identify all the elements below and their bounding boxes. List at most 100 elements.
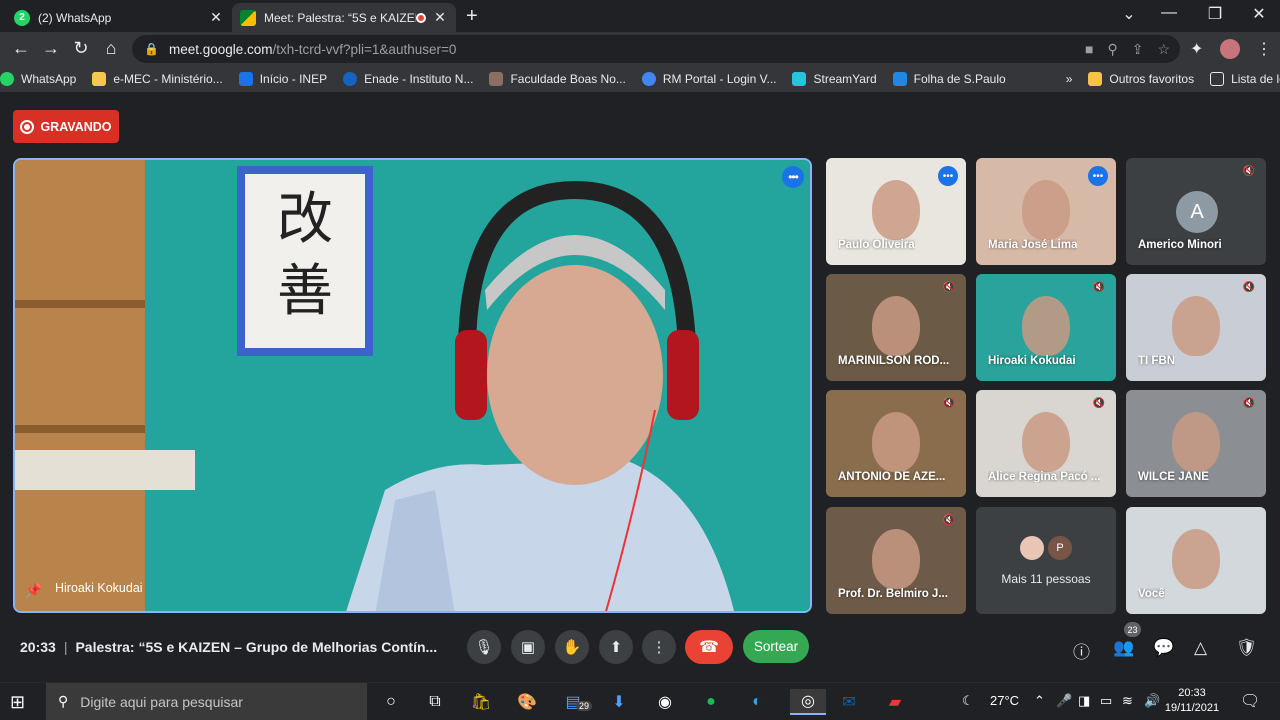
participant-tile[interactable]: Você <box>1126 507 1266 614</box>
participant-tile[interactable]: 🔇 ANTONIO DE AZE... <box>826 390 966 497</box>
menu-icon[interactable]: ⋮ <box>1256 39 1272 59</box>
bookmark-star-icon[interactable]: ☆ <box>1157 41 1170 58</box>
system-clock[interactable]: 20:33 19/11/2021 <box>1160 686 1224 716</box>
close-window-button[interactable]: ✕ <box>1244 4 1274 24</box>
participant-tile[interactable]: A 🔇 Americo Minori <box>1126 158 1266 265</box>
participant-video <box>1022 296 1070 356</box>
participant-tile[interactable]: 🔇 MARINILSON ROD... <box>826 274 966 381</box>
maximize-button[interactable]: ❐ <box>1200 4 1230 24</box>
share-icon[interactable]: ⇪ <box>1132 41 1144 58</box>
microphone-button[interactable]: 🎙 <box>467 630 501 664</box>
bookmark-whatsapp[interactable]: WhatsApp <box>0 72 76 86</box>
participant-name: WILCE JANE <box>1138 471 1209 483</box>
more-bookmarks-icon[interactable]: » <box>1066 72 1073 86</box>
whatsapp-icon <box>0 72 14 86</box>
profile-avatar[interactable] <box>1220 39 1240 59</box>
meeting-details-icon[interactable]: ⓘ <box>1073 638 1090 663</box>
back-icon[interactable]: ← <box>10 38 32 59</box>
participant-name: Alice Regina Pacó ... <box>988 471 1101 483</box>
notifications-icon[interactable]: 🗨 <box>1240 691 1260 711</box>
windows-taskbar: ⊞ ⚲ Digite aqui para pesquisar ○ ⧉ 🛍 🎨 ▤… <box>0 682 1280 720</box>
participant-tile[interactable]: P Mais 11 pessoas <box>976 507 1116 614</box>
spotify-icon[interactable]: ● <box>698 689 724 715</box>
main-video[interactable]: 改 善 ••• 📌 Hiroaki Kokudai <box>13 158 812 613</box>
bookmark-rm-portal[interactable]: RM Portal - Login V... <box>641 72 776 86</box>
close-tab-icon[interactable]: ✕ <box>208 9 224 26</box>
more-options-icon[interactable]: ••• <box>782 166 804 188</box>
cortana-icon[interactable]: ○ <box>378 689 404 715</box>
task-view-icon[interactable]: ⧉ <box>422 689 448 715</box>
forward-icon[interactable]: → <box>40 38 62 59</box>
chat-icon[interactable]: 💬 <box>1153 638 1174 658</box>
participant-tile[interactable]: 🔇 Prof. Dr. Belmiro J... <box>826 507 966 614</box>
bookmark-folha[interactable]: Folha de S.Paulo <box>892 72 1006 86</box>
bookmark-faculdade[interactable]: Faculdade Boas No... <box>489 72 626 86</box>
recording-label: GRAVANDO <box>40 119 112 134</box>
camera-icon[interactable]: ■ <box>1085 41 1093 58</box>
new-tab-button[interactable]: + <box>466 5 478 28</box>
participant-tile[interactable]: ••• Maria José Lima <box>976 158 1116 265</box>
home-icon[interactable]: ⌂ <box>100 38 122 59</box>
more-people-label: Mais 11 pessoas <box>1001 571 1091 586</box>
edge-icon[interactable]: ◐ <box>744 689 770 715</box>
bookmark-enade[interactable]: Enade - Instituto N... <box>343 72 473 86</box>
temperature: 27°C <box>990 693 1020 708</box>
participant-tile[interactable]: 🔇 WILCE JANE <box>1126 390 1266 497</box>
reload-icon[interactable]: ↻ <box>70 38 92 59</box>
chrome-icon[interactable]: ◎ <box>790 689 826 715</box>
tab-search-icon[interactable]: ⌄ <box>1114 4 1144 24</box>
download-icon[interactable]: ⬇ <box>606 689 632 715</box>
leave-call-button[interactable]: ☎ <box>685 630 733 664</box>
outlook-icon[interactable]: ✉ <box>836 689 862 715</box>
participant-tile[interactable]: 🔇 Hiroaki Kokudai <box>976 274 1116 381</box>
host-controls-icon[interactable]: 🛡 <box>1236 638 1258 658</box>
participant-tile[interactable]: 🔇 Alice Regina Pacó ... <box>976 390 1116 497</box>
meeting-time: 20:33 <box>20 639 56 655</box>
microphone-tray-icon[interactable]: 🎤 <box>1056 693 1072 709</box>
weather-icon[interactable]: ☾ <box>962 693 974 709</box>
recording-badge[interactable]: GRAVANDO <box>13 110 119 143</box>
participant-tile[interactable]: 🔇 TI FBN <box>1126 274 1266 381</box>
bookmark-inep[interactable]: Início - INEP <box>238 72 328 86</box>
mic-off-icon: 🔇 <box>1242 166 1256 177</box>
bookmark-label: Início - INEP <box>259 72 328 86</box>
store-icon[interactable]: 🛍 <box>468 689 494 715</box>
zoom-icon[interactable]: ⚲ <box>1107 41 1117 58</box>
activities-icon[interactable]: △ <box>1194 638 1207 658</box>
participant-video <box>872 412 920 472</box>
address-bar[interactable]: 🔒 meet.google.com /txh-tcrd-vvf?pli=1&au… <box>132 35 1180 63</box>
faculdade-icon <box>489 72 504 86</box>
avatar <box>1020 535 1044 560</box>
bookmark-streamyard[interactable]: StreamYard <box>792 72 877 86</box>
tab-meet[interactable]: Meet: Palestra: “5S e KAIZEN ✕ <box>232 3 456 32</box>
paint-icon[interactable]: 🎨 <box>514 689 540 715</box>
other-favorites-label: Outros favoritos <box>1109 72 1195 86</box>
windows-start-icon[interactable]: ⊞ <box>10 692 25 713</box>
more-options-button[interactable]: ⋮ <box>642 630 676 664</box>
taskbar-search[interactable]: ⚲ Digite aqui para pesquisar <box>46 683 367 720</box>
app-icon[interactable]: ◉ <box>652 689 678 715</box>
present-screen-button[interactable]: ⬆ <box>599 630 633 664</box>
show-hidden-icons[interactable]: ⌃ <box>1034 693 1045 709</box>
battery-icon[interactable]: ▭ <box>1100 693 1112 709</box>
minimize-button[interactable]: — <box>1154 4 1184 22</box>
pdf-reader-icon[interactable]: ▰ <box>882 689 908 715</box>
wifi-icon[interactable]: ≋ <box>1122 693 1133 709</box>
volume-icon[interactable]: 🔊 <box>1144 693 1160 709</box>
pin-icon[interactable]: 📌 <box>25 582 42 599</box>
raise-hand-button[interactable]: ✋ <box>555 630 589 664</box>
extensions-icon[interactable]: ✦ <box>1190 39 1203 59</box>
people-icon[interactable]: 👥 <box>1113 638 1134 658</box>
sortear-button[interactable]: Sortear <box>743 630 809 663</box>
participant-tile[interactable]: ••• Paulo Oliveira <box>826 158 966 265</box>
svg-text:改: 改 <box>277 187 333 252</box>
participant-video <box>1172 296 1220 356</box>
camera-tray-icon[interactable]: ◨ <box>1078 693 1090 709</box>
other-favorites[interactable]: Outros favoritos <box>1088 72 1194 86</box>
bookmark-emec[interactable]: e-MEC - Ministério... <box>92 72 223 86</box>
reading-list[interactable]: Lista de leitura <box>1210 72 1280 86</box>
close-tab-icon[interactable]: ✕ <box>432 9 448 26</box>
mic-off-icon: 🔇 <box>1092 398 1106 409</box>
camera-button[interactable]: ▣ <box>511 630 545 664</box>
tab-whatsapp[interactable]: 2 (2) WhatsApp ✕ <box>6 3 232 32</box>
